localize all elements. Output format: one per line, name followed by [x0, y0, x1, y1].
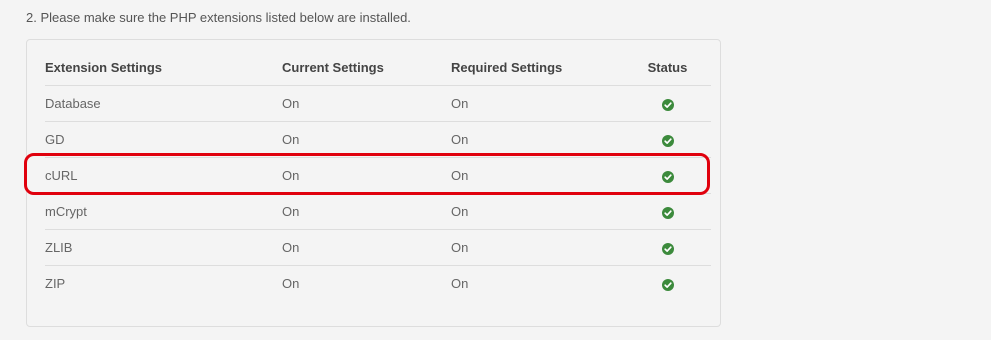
header-current-settings: Current Settings [282, 50, 451, 86]
status-cell [624, 85, 711, 122]
check-circle-icon [661, 134, 674, 147]
header-status: Status [624, 50, 711, 86]
instruction-text: 2. Please make sure the PHP extensions l… [26, 10, 411, 25]
table-row-database: Database On On [45, 85, 711, 122]
required-setting: On [451, 229, 624, 266]
extensions-table: Extension Settings Current Settings Requ… [45, 50, 711, 301]
extensions-panel: Extension Settings Current Settings Requ… [26, 39, 721, 327]
status-cell [624, 121, 711, 158]
check-circle-icon [661, 98, 674, 111]
current-setting: On [282, 276, 300, 291]
required-setting: On [451, 85, 624, 122]
check-circle-icon [661, 278, 674, 291]
current-setting: On [282, 229, 451, 266]
extension-name: Database [45, 85, 282, 122]
required-setting: On [451, 193, 624, 230]
table-row-zip: ZIP On On [45, 266, 711, 302]
current-setting: On [282, 85, 451, 122]
header-required-settings: Required Settings [451, 50, 624, 86]
header-extension-settings: Extension Settings [45, 50, 282, 86]
table-row-mcrypt: mCrypt On On [45, 193, 711, 230]
table-header-row: Extension Settings Current Settings Requ… [45, 50, 711, 86]
required-setting: On [451, 121, 624, 158]
status-cell [624, 266, 711, 302]
status-cell [624, 229, 711, 266]
current-setting: On [282, 157, 451, 194]
table-row-gd: GD On On [45, 121, 711, 158]
status-cell [624, 157, 711, 194]
extension-name: ZIP [45, 276, 66, 291]
table-row-zlib: ZLIB On On [45, 229, 711, 266]
extension-name: cURL [45, 157, 282, 194]
required-setting: On [451, 157, 624, 194]
check-circle-icon [661, 170, 674, 183]
current-setting: On [282, 121, 451, 158]
status-cell [624, 193, 711, 230]
extension-name: mCrypt [45, 193, 282, 230]
check-circle-icon [661, 242, 674, 255]
table-row-curl: cURL On On [45, 157, 711, 194]
extension-name: GD [45, 121, 282, 158]
check-circle-icon [661, 206, 674, 219]
extension-name: ZLIB [45, 229, 282, 266]
current-setting: On [282, 193, 451, 230]
required-setting: On [451, 276, 469, 291]
